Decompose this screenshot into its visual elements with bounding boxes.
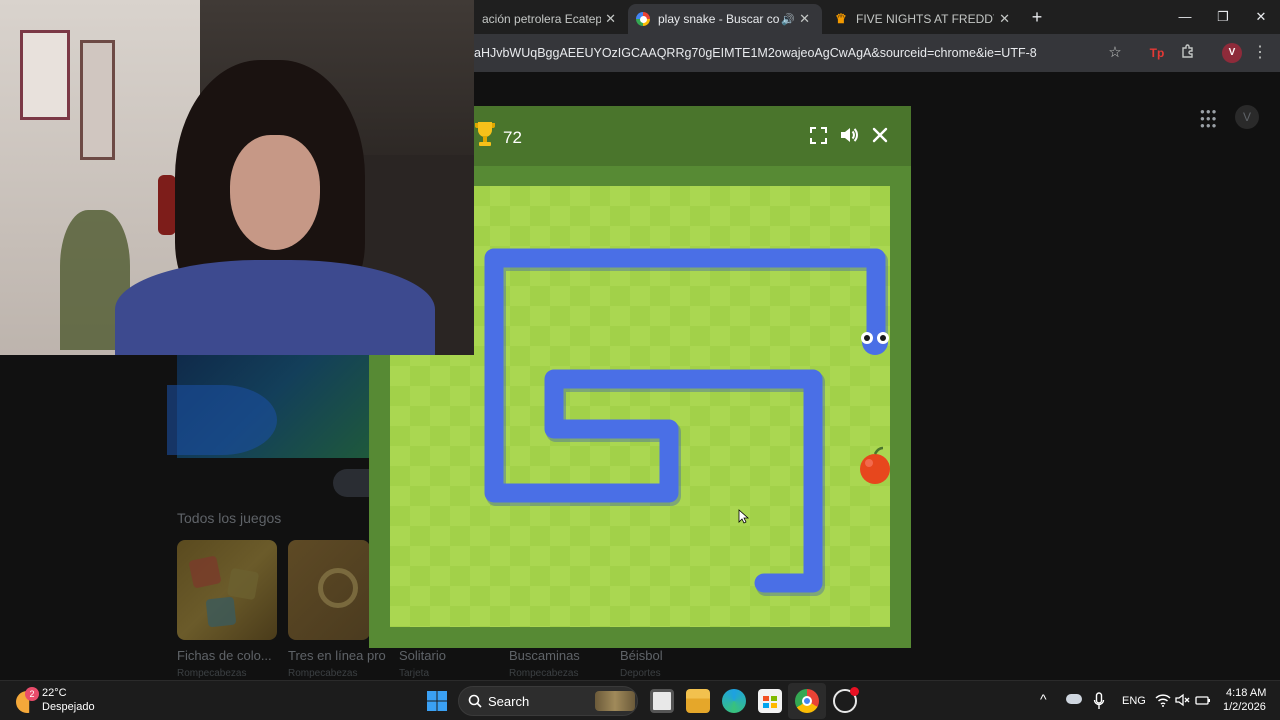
maximize-button[interactable]: ❐ [1204,6,1242,28]
edge-icon[interactable] [722,689,746,713]
close-icon[interactable] [872,127,888,143]
tp-extension-icon[interactable]: Tp [1147,43,1167,63]
extensions-puzzle-icon[interactable] [1178,43,1198,63]
google-apps-icon[interactable]: ●●● ●●● ●●● [1200,108,1220,130]
game-category: Deportes [620,668,661,679]
clock-time[interactable]: 4:18 AM [1226,687,1266,699]
game-name[interactable]: Solitario [399,648,446,663]
game-card-tres-en-linea[interactable] [288,540,370,640]
language-indicator[interactable]: ENG [1122,695,1146,707]
tab-ecatepec[interactable]: ación petrolera Ecatepec ✕ [474,4,628,34]
tab-close-icon[interactable]: ✕ [795,11,814,27]
windows-taskbar: 2 22°C Despejado Search ^ ENG 4:18 AM 1/… [0,680,1280,720]
game-banner-image[interactable] [167,355,377,458]
profile-avatar[interactable]: V [1222,43,1242,63]
tab-title: FIVE NIGHTS AT FREDDY'S jueg [856,12,994,26]
wifi-icon[interactable] [1155,693,1171,707]
minimize-button[interactable]: — [1166,6,1204,28]
tab-title: ación petrolera Ecatepec [482,12,602,26]
taskbar-search[interactable]: Search [458,686,638,716]
weather-badge: 2 [25,687,39,701]
chrome-icon[interactable] [795,689,819,713]
hoodie-print [245,335,325,355]
google-profile-avatar[interactable]: V [1235,105,1259,129]
app-notification-icon[interactable] [833,687,859,713]
game-category: Rompecabezas [509,668,579,679]
trophy-icon [474,122,496,146]
volume-icon[interactable] [839,125,859,145]
tab-close-icon[interactable]: ✕ [601,11,620,27]
new-tab-button[interactable]: + [1027,6,1047,28]
tab-title: play snake - Buscar con Go [658,12,780,26]
bookmark-star-icon[interactable]: ☆ [1105,43,1125,63]
onedrive-icon[interactable] [1066,694,1082,704]
volume-muted-icon[interactable] [1175,693,1191,707]
score-value: 72 [503,128,522,147]
game-category: Rompecabezas [288,668,358,679]
close-window-button[interactable]: ✕ [1242,6,1280,28]
file-explorer-icon[interactable] [686,689,710,713]
task-view-icon[interactable] [650,689,674,713]
crown-icon: ♛ [835,11,847,26]
google-icon [636,12,650,26]
microphone-icon[interactable] [1093,692,1105,710]
weather-widget[interactable]: 2 [16,687,42,713]
play-chip[interactable] [333,469,373,497]
tray-chevron-icon[interactable]: ^ [1040,691,1047,707]
webcam-overlay [0,0,474,355]
fullscreen-icon[interactable] [810,127,827,144]
tab-play-snake[interactable]: play snake - Buscar con Go 🔊 ✕ [628,4,822,34]
game-card-fichas[interactable] [177,540,277,640]
weather-temp: 22°C [42,687,67,699]
weather-desc: Despejado [42,701,95,713]
speaker-icon[interactable]: 🔊 [781,13,795,26]
game-name[interactable]: Béisbol [620,648,663,663]
section-title: Todos los juegos [177,510,282,526]
battery-icon[interactable] [1195,693,1211,707]
windows-start-icon[interactable] [425,689,449,713]
game-category: Rompecabezas [177,668,247,679]
game-name[interactable]: Fichas de colo... [177,648,272,663]
address-bar[interactable]: aHJvbWUqBggAEEUYOzIGCAAQRRg70gEIMTE1M2ow… [474,39,1134,67]
game-category: Tarjeta [399,668,430,679]
game-name[interactable]: Tres en línea pro [288,648,386,663]
tab-close-icon[interactable]: ✕ [995,11,1014,27]
search-highlight-image [595,691,635,711]
chrome-menu-icon[interactable]: ⋮ [1250,43,1270,63]
store-icon[interactable] [758,689,782,713]
search-icon [468,694,482,708]
clock-date[interactable]: 1/2/2026 [1223,701,1266,713]
snake-header: 72 [474,106,911,166]
game-name[interactable]: Buscaminas [509,648,580,663]
search-label: Search [488,694,530,709]
tab-fnaf[interactable]: ♛ FIVE NIGHTS AT FREDDY'S jueg ✕ [826,4,1022,34]
